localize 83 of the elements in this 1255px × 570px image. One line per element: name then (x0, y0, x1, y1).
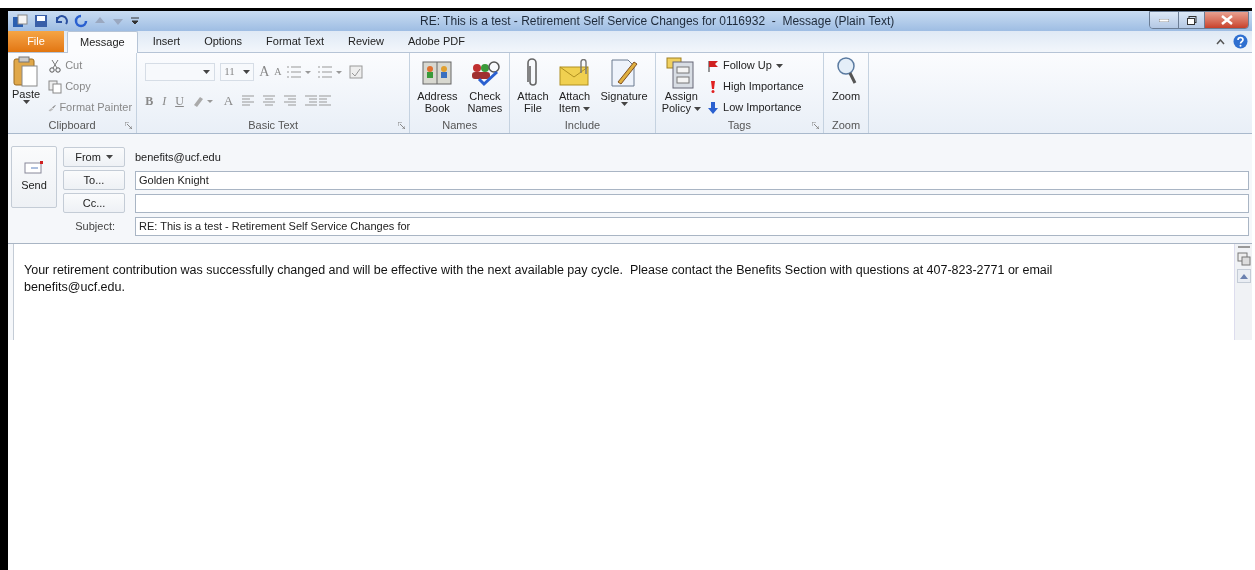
group-label: Basic Text (248, 118, 299, 133)
caret-icon (583, 107, 591, 112)
spelling-icon[interactable] (348, 64, 363, 79)
dialog-launcher-icon[interactable] (125, 122, 133, 129)
caret-icon (105, 155, 113, 159)
check-names-button[interactable]: Check Names (464, 56, 506, 114)
cabinet-icon (666, 56, 697, 90)
pane-icon[interactable] (1236, 252, 1251, 266)
indent-icon[interactable] (305, 95, 332, 107)
envelope-icon (24, 160, 44, 175)
subject-field[interactable]: RE: This is a test - Retirement Self Service Changes for (135, 216, 1249, 236)
envelope-icon (558, 59, 591, 87)
window-title: RE: This is a test - Retirement Self Service Changes for 0116932 - Message (Plain Text) (420, 13, 895, 30)
minimize-icon (1159, 18, 1169, 22)
signature-icon (610, 58, 639, 88)
attach-file-button[interactable]: Attach File (514, 56, 552, 114)
message-body[interactable]: Your retirement contribution was successfully changed and will be effective with the next available pay cycle. Please contact the Benefits Section with questions at 407-823-2771 or email benefits@ucf.edu. (13, 244, 1234, 340)
send-button[interactable]: Send (11, 146, 57, 208)
to-button[interactable]: To... (63, 170, 125, 190)
address-book-button[interactable]: Address Book (414, 56, 461, 114)
down-arrow-icon (707, 101, 720, 114)
align-left-icon[interactable] (242, 95, 255, 107)
group-label: Tags (727, 118, 751, 133)
help-icon[interactable] (1233, 34, 1248, 49)
font-name-field[interactable] (145, 62, 216, 81)
group-label: Include (564, 118, 601, 133)
save-icon[interactable] (34, 14, 48, 28)
attach-item-button[interactable]: Attach Item (555, 56, 594, 114)
signature-button[interactable]: Signature (597, 56, 651, 106)
caret-icon (620, 102, 628, 106)
high-importance-button[interactable]: High Importance (707, 78, 820, 95)
ribbon-tab[interactable]: Format Text (254, 31, 336, 52)
ribbon-tab[interactable]: Insert (140, 31, 193, 52)
cc-field[interactable] (135, 193, 1249, 213)
low-importance-button[interactable]: Low Importance (707, 99, 820, 116)
subject-label: Subject: (74, 218, 116, 234)
restore-icon (1186, 15, 1197, 25)
to-field[interactable]: Golden Knight (135, 170, 1249, 190)
clipboard-icon (13, 56, 40, 88)
splitter-icon[interactable] (1237, 246, 1250, 249)
scroll-up-button[interactable] (1236, 269, 1251, 283)
up-arrow-icon (1239, 273, 1248, 279)
from-button[interactable]: From (63, 147, 125, 167)
customize-icon[interactable] (130, 15, 140, 27)
bullets-icon[interactable] (286, 65, 313, 78)
ribbon-tab[interactable]: Review (335, 31, 397, 52)
caret-icon (22, 100, 30, 104)
cut-button[interactable]: Cut (48, 57, 133, 74)
paste-button[interactable]: Paste (12, 56, 45, 104)
scissors-icon (48, 58, 63, 73)
redo-icon[interactable] (74, 14, 88, 28)
address-book-icon (422, 59, 453, 87)
ribbon-tab[interactable]: Adobe PDF (396, 31, 477, 52)
dialog-launcher-icon[interactable] (398, 122, 406, 129)
follow-up-button[interactable]: Follow Up (707, 57, 820, 74)
ribbon-tab[interactable]: Message (67, 31, 138, 53)
from-address: benefits@ucf.edu (135, 149, 221, 165)
caret-icon (203, 69, 211, 74)
close-icon (1220, 15, 1233, 25)
group-label: Names (442, 118, 478, 133)
group-label: Clipboard (48, 118, 96, 133)
caret-icon (694, 107, 702, 112)
caret-icon (243, 69, 251, 74)
shrink-font-button[interactable]: A (274, 64, 282, 79)
close-button[interactable] (1204, 12, 1248, 28)
collapse-ribbon-icon[interactable] (1216, 38, 1225, 45)
restore-button[interactable] (1178, 12, 1204, 28)
cc-button[interactable]: Cc... (63, 193, 125, 213)
dialog-launcher-icon[interactable] (812, 122, 820, 129)
assign-policy-button[interactable]: Assign Policy (659, 56, 704, 114)
highlighter-icon[interactable] (192, 94, 215, 107)
copy-icon (48, 79, 63, 94)
group-label: Zoom (832, 118, 861, 133)
font-size-field[interactable]: 11 (220, 62, 255, 81)
align-center-icon[interactable] (263, 95, 276, 107)
zoom-button[interactable]: Zoom (828, 56, 865, 102)
caret-icon (775, 63, 783, 68)
flag-icon (707, 59, 720, 72)
align-right-icon[interactable] (284, 95, 297, 107)
down-arrow-icon[interactable] (112, 16, 124, 26)
ribbon-tab[interactable]: Options (192, 31, 255, 52)
up-arrow-icon[interactable] (94, 16, 106, 26)
numbering-icon[interactable] (317, 65, 344, 78)
